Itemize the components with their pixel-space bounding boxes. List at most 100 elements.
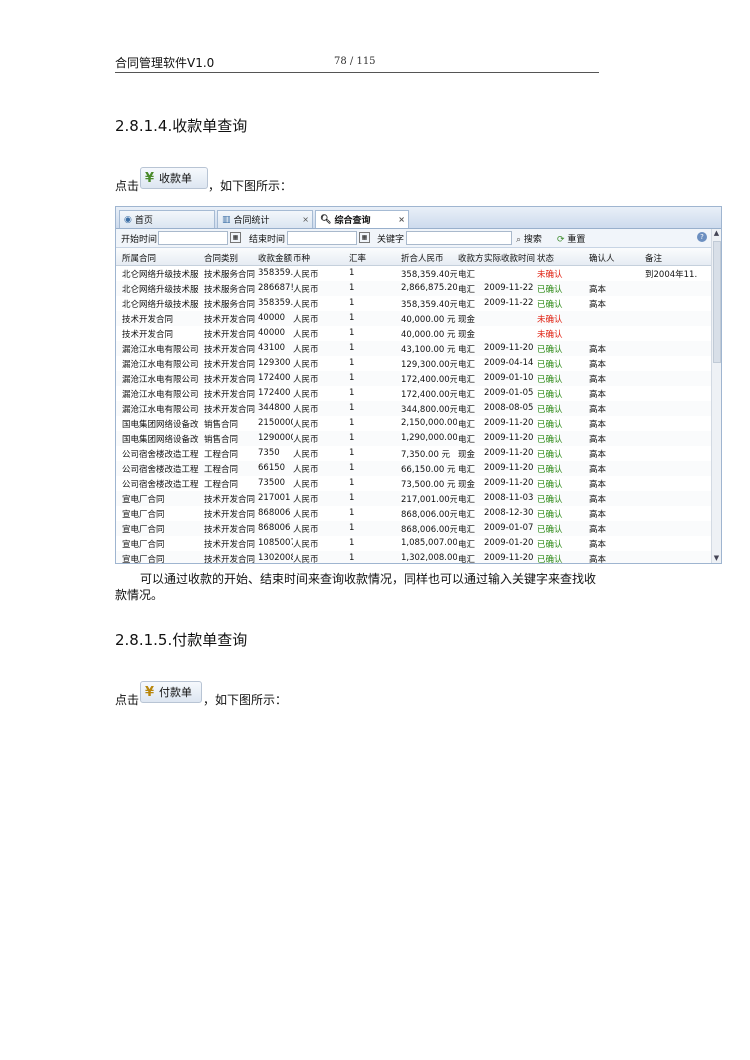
table-row[interactable]: 漏沧江水电有限公司 技术开发合同 172400 人民币 1 172,400.00元 电汇 20…: [116, 386, 712, 401]
tab-home-label: 首页: [134, 216, 153, 226]
column-header[interactable]: 状态: [537, 252, 577, 264]
scroll-up-icon[interactable]: ▲: [712, 229, 721, 238]
table-cell: 2009-11-22: [484, 283, 534, 293]
tab-home[interactable]: ◉ 首页: [119, 210, 215, 228]
table-cell: 358359.: [258, 268, 293, 278]
scroll-thumb[interactable]: [713, 241, 721, 363]
table-cell: 到2004年11.: [645, 270, 698, 280]
table-row[interactable]: 公司宿舍楼改造工程 工程合同 66150 人民币 1 66,150.00 元电汇 2009-…: [116, 461, 712, 476]
table-row[interactable]: 宣电厂合同 技术开发合同 1302008 人民币 1 1,302,008.00 电汇 2009…: [116, 551, 712, 563]
column-header[interactable]: 合同类别: [204, 252, 258, 264]
table-row[interactable]: 北仑网络升级技术服 技术服务合同 358359. 人民币 1 358,359.40元 电汇 2…: [116, 296, 712, 311]
payment-button-label: 付款单: [159, 686, 193, 699]
column-header[interactable]: 收款金额: [258, 252, 293, 264]
table-cell: 2008-12-30: [484, 508, 534, 518]
table-row[interactable]: 漏沧江水电有限公司 技术开发合同 344800 人民币 1 344,800.00元 电汇 20…: [116, 401, 712, 416]
table-cell: 电汇: [458, 495, 476, 505]
table-cell: 技术服务合同: [204, 285, 256, 295]
table-cell: 漏沧江水电有限公司: [122, 375, 199, 385]
column-header[interactable]: 币种: [293, 252, 338, 264]
table-row[interactable]: 漏沧江水电有限公司 技术开发合同 43100 人民币 1 43,100.00 元电汇 200…: [116, 341, 712, 356]
status-cell: 已确认: [537, 495, 563, 505]
table-cell: 172400: [258, 388, 291, 398]
table-row[interactable]: 宣电厂合同 技术开发合同 868006 人民币 1 868,006.00元 电汇 2009-0…: [116, 521, 712, 536]
reset-button[interactable]: ⟳ 重置: [557, 232, 585, 245]
end-time-input[interactable]: [287, 231, 357, 245]
table-cell: 7350: [258, 448, 280, 458]
table-row[interactable]: 宣电厂合同 技术开发合同 217001 人民币 1 217,001.00元 电汇 2008-1…: [116, 491, 712, 506]
start-time-input[interactable]: [158, 231, 228, 245]
table-row[interactable]: 宣电厂合同 技术开发合同 868006 人民币 1 868,006.00元 电汇 2008-1…: [116, 506, 712, 521]
table-cell: 2009-04-14: [484, 358, 534, 368]
status-cell: 已确认: [537, 510, 563, 520]
table-row[interactable]: 国电集团网络设备改 销售合同 1290000 人民币 1 1,290,000.00 电汇 20…: [116, 431, 712, 446]
header-divider: [115, 72, 599, 73]
calendar-icon[interactable]: ▦: [230, 232, 241, 243]
table-cell: 217001: [258, 493, 291, 503]
table-cell: 电汇: [458, 345, 476, 355]
table-row[interactable]: 北仑网络升级技术服 技术服务合同 358359. 人民币 1 358,359.40元 电汇 未…: [116, 266, 712, 281]
table-cell: 宣电厂合同: [122, 525, 165, 535]
table-row[interactable]: 技术开发合同 技术开发合同 40000 人民币 1 40,000.00 元现金 未确认: [116, 311, 712, 326]
table-row[interactable]: 公司宿舍楼改造工程 工程合同 73500 人民币 1 73,500.00 元现金 2009-…: [116, 476, 712, 491]
table-cell: 技术开发合同: [122, 315, 174, 325]
section-heading-payments: 2.8.1.5.付款单查询: [115, 631, 248, 649]
table-cell: 1: [349, 463, 355, 473]
tab-combined-query[interactable]: 🔍︎ 综合查询 ×: [315, 210, 409, 228]
table-row[interactable]: 宣电厂合同 技术开发合同 1085007 人民币 1 1,085,007.00 电汇 2009…: [116, 536, 712, 551]
table-cell: 172,400.00元: [401, 390, 457, 400]
table-cell: 人民币: [293, 270, 319, 280]
table-cell: 73500: [258, 478, 286, 488]
keyword-input[interactable]: [406, 231, 512, 245]
status-cell: 已确认: [537, 390, 563, 400]
search-button-label: 搜索: [523, 235, 542, 245]
table-cell: 2150000: [258, 418, 293, 428]
column-header[interactable]: 实际收款时间: [484, 252, 536, 264]
column-header[interactable]: 确认人: [589, 252, 629, 264]
table-cell: 高本: [589, 525, 607, 535]
column-header[interactable]: 折合人民币: [401, 252, 457, 264]
table-row[interactable]: 技术开发合同 技术开发合同 40000 人民币 1 40,000.00 元现金 未确认: [116, 326, 712, 341]
table-cell: 172400: [258, 373, 291, 383]
table-cell: 73,500.00 元: [401, 480, 456, 490]
table-cell: 1: [349, 433, 355, 443]
tab-contract-stats[interactable]: ▥ 合同统计 ×: [217, 210, 313, 228]
receipt-button-image: ¥ 收款单: [140, 167, 208, 189]
table-cell: 40,000.00 元: [401, 315, 456, 325]
table-cell: 1: [349, 508, 355, 518]
table-row[interactable]: 公司宿舍楼改造工程 工程合同 7350 人民币 1 7,350.00 元现金 2009-11…: [116, 446, 712, 461]
table-row[interactable]: 北仑网络升级技术服 技术服务合同 286687! 人民币 1 2,866,875.20 电汇…: [116, 281, 712, 296]
table-row[interactable]: 漏沧江水电有限公司 技术开发合同 172400 人民币 1 172,400.00元 电汇 20…: [116, 371, 712, 386]
table-cell: 高本: [589, 360, 607, 370]
vertical-scrollbar[interactable]: ▲ ▼: [711, 229, 721, 563]
receipt-query-screenshot: ◉ 首页 ▥ 合同统计 × 🔍︎ 综合查询 × 开始时间 ▦ 结束时间 ▦ 关键…: [115, 206, 722, 564]
table-cell: 43100: [258, 343, 286, 353]
section-heading-receipts: 2.8.1.4.收款单查询: [115, 117, 248, 135]
page-number: 78 / 115: [334, 56, 376, 67]
table-row[interactable]: 漏沧江水电有限公司 技术开发合同 129300 人民币 1 129,300.00元 电汇 20…: [116, 356, 712, 371]
scroll-down-icon[interactable]: ▼: [712, 554, 721, 563]
yen-icon: ¥: [145, 170, 155, 186]
close-icon[interactable]: ×: [398, 215, 405, 224]
table-cell: 电汇: [458, 540, 476, 550]
table-cell: 2009-11-20: [484, 448, 534, 458]
table-cell: 漏沧江水电有限公司: [122, 390, 199, 400]
column-header[interactable]: 收款方: [458, 252, 484, 264]
table-cell: 2008-08-05: [484, 403, 534, 413]
table-cell: 人民币: [293, 420, 319, 430]
table-cell: 现金: [458, 315, 476, 325]
column-header[interactable]: 备注: [645, 252, 705, 264]
table-cell: 高本: [589, 480, 607, 490]
column-header[interactable]: 所属合同: [122, 252, 202, 264]
column-header[interactable]: 汇率: [349, 252, 389, 264]
table-row[interactable]: 国电集团网络设备改 销售合同 2150000 人民币 1 2,150,000.00 电汇 20…: [116, 416, 712, 431]
search-button[interactable]: ⌕ 搜索: [516, 232, 542, 245]
table-cell: 人民币: [293, 330, 319, 340]
table-cell: 人民币: [293, 465, 319, 475]
tab-bar: ◉ 首页 ▥ 合同统计 × 🔍︎ 综合查询 ×: [116, 207, 721, 229]
table-cell: 1: [349, 388, 355, 398]
close-icon[interactable]: ×: [302, 215, 309, 224]
help-icon[interactable]: ?: [697, 232, 707, 242]
calendar-icon[interactable]: ▦: [359, 232, 370, 243]
table-cell: 2008-11-03: [484, 493, 534, 503]
